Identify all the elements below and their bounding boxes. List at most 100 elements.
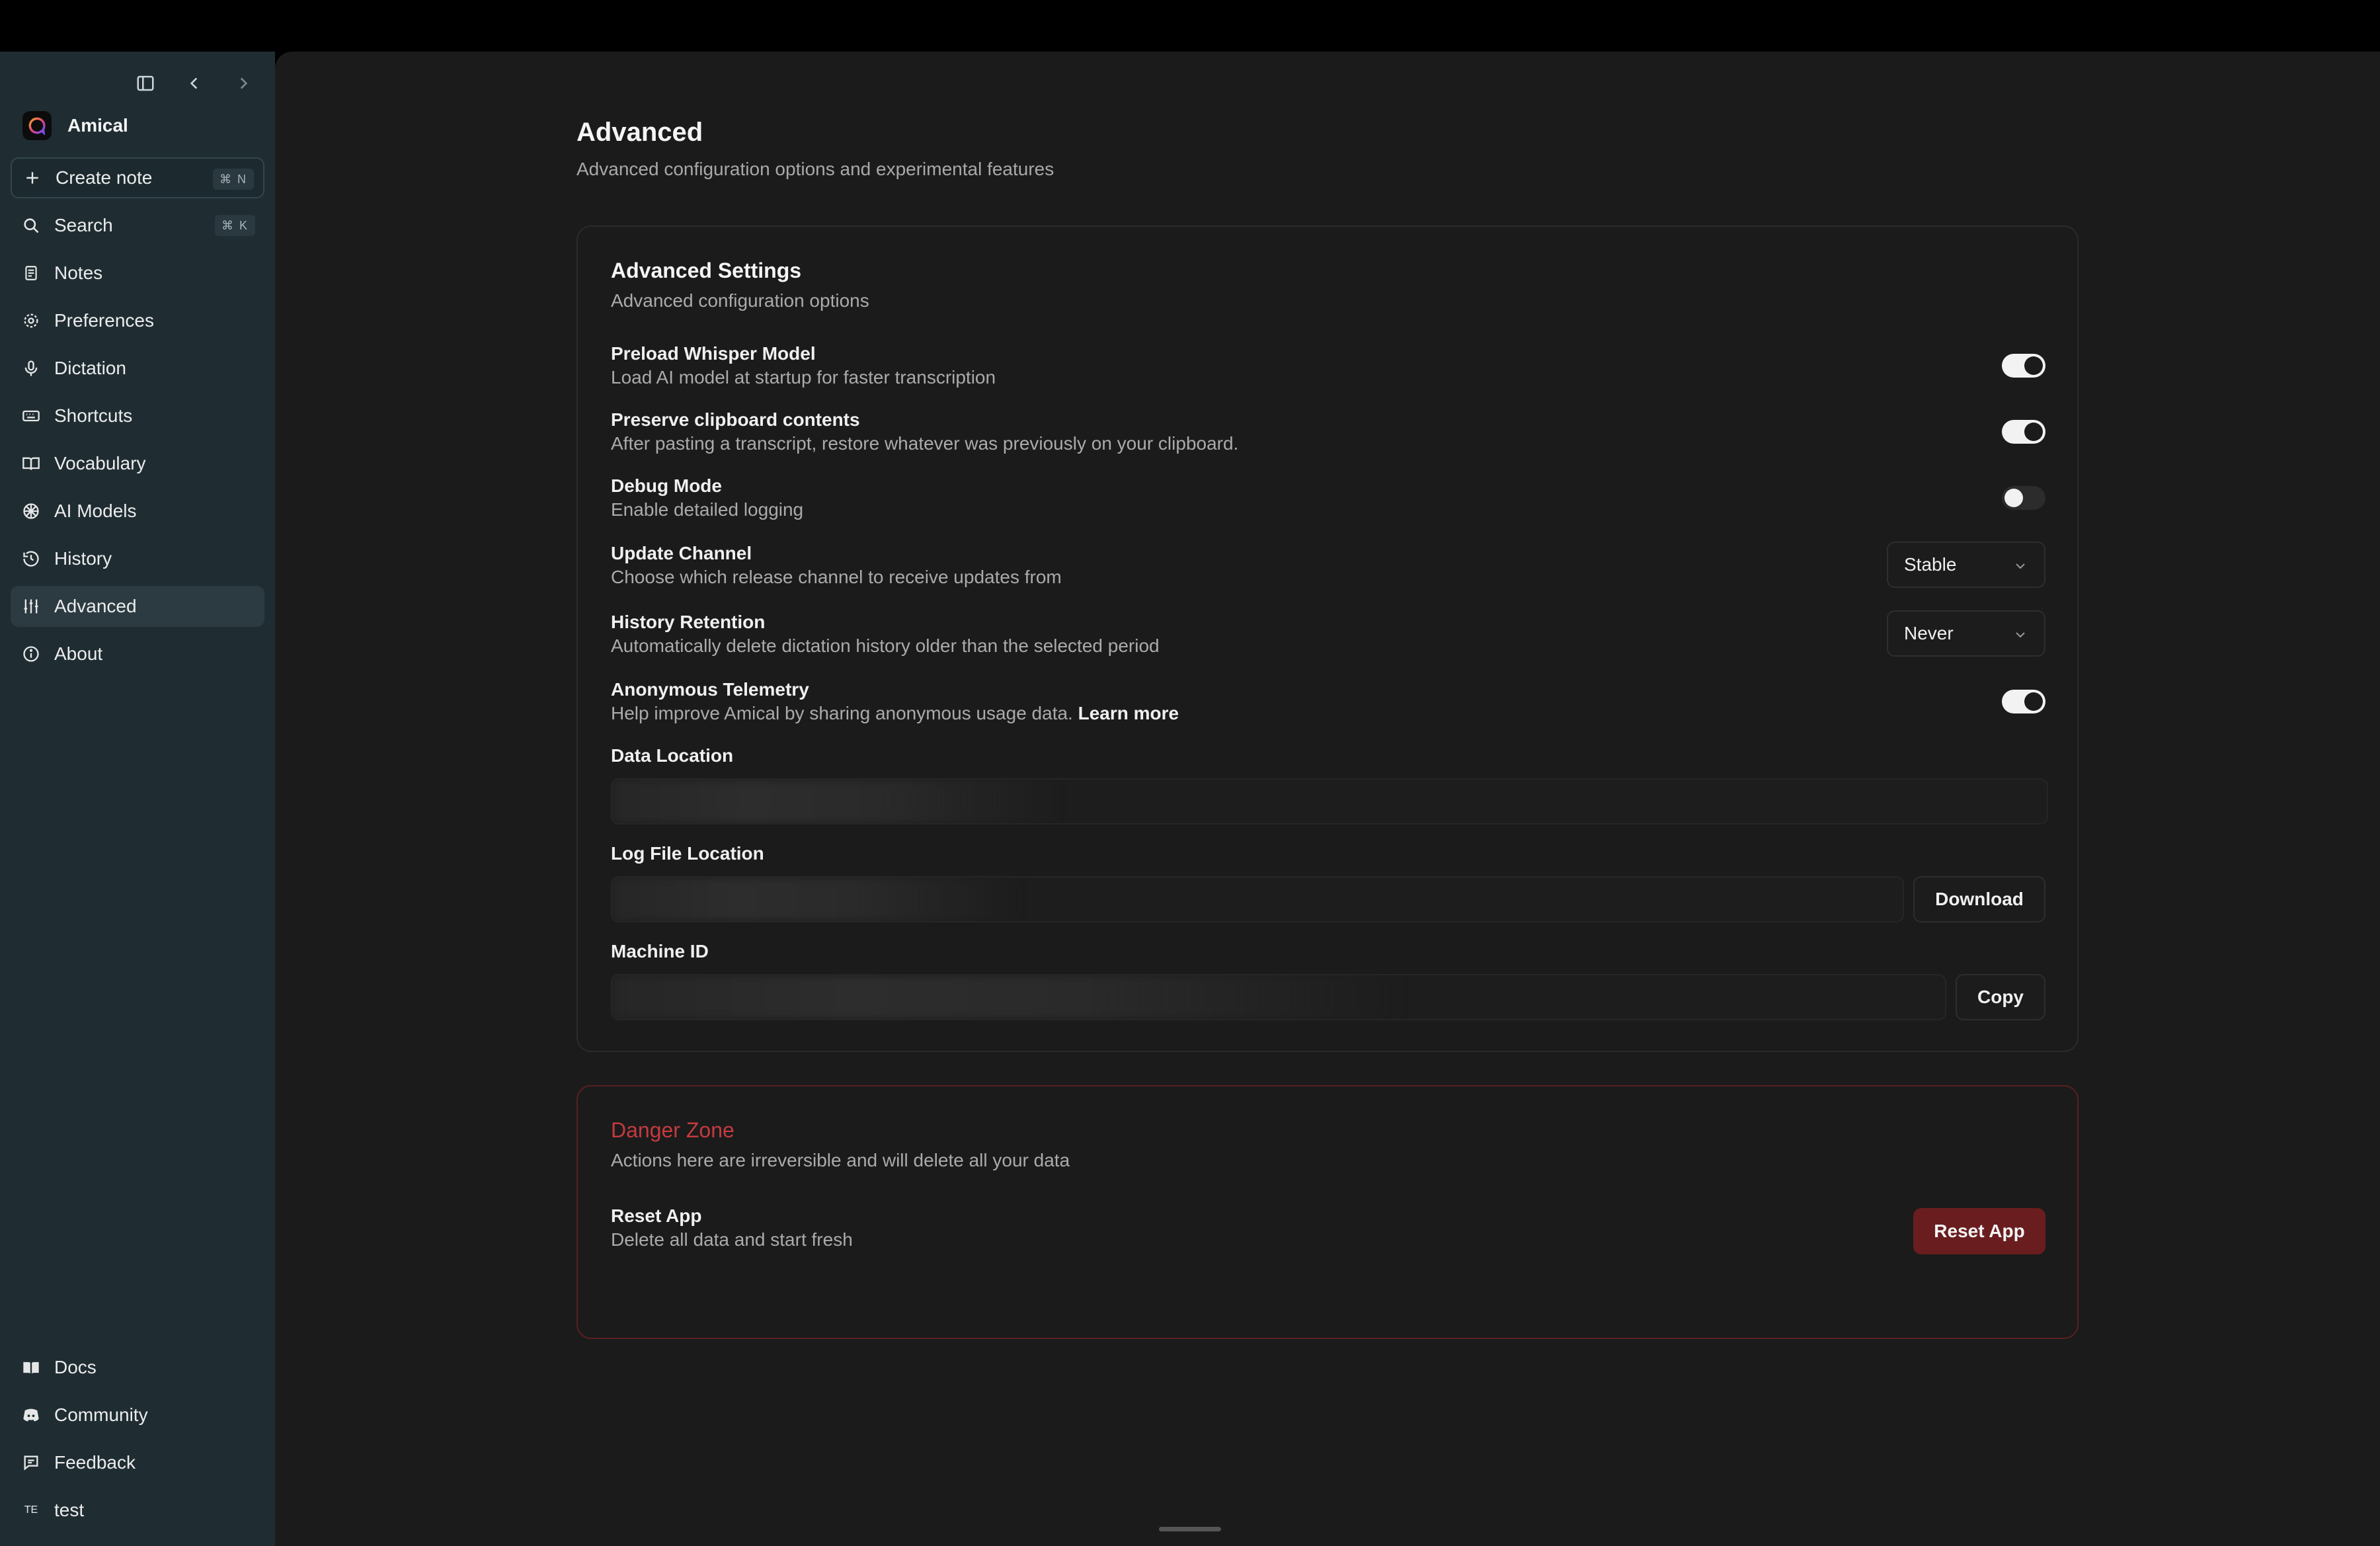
sidebar-item-feedback[interactable]: Feedback xyxy=(11,1442,264,1483)
setting-label: Data Location xyxy=(611,745,734,766)
sidebar-item-label: Notes xyxy=(54,263,103,283)
history-retention-select[interactable]: Never xyxy=(1887,610,2045,657)
setting-label: Preload Whisper Model xyxy=(611,343,816,364)
sidebar-item-ai-models[interactable]: AI Models xyxy=(11,491,264,532)
ai-model-icon xyxy=(21,501,41,521)
setting-label: Preserve clipboard contents xyxy=(611,409,860,430)
page-title: Advanced xyxy=(576,118,703,147)
preload-whisper-row: Preload Whisper Model Load AI model at s… xyxy=(611,342,2045,389)
danger-zone-title: Danger Zone xyxy=(611,1118,734,1142)
setting-label: Reset App xyxy=(611,1205,702,1226)
preload-whisper-toggle[interactable] xyxy=(2002,354,2045,378)
learn-more-link[interactable]: Learn more xyxy=(1078,703,1179,723)
preserve-clipboard-toggle[interactable] xyxy=(2002,420,2045,444)
sidebar-item-label: test xyxy=(54,1500,85,1520)
search-icon xyxy=(21,216,41,235)
amical-logo-icon xyxy=(22,111,52,140)
chevron-down-icon xyxy=(2012,626,2028,647)
setting-label: Machine ID xyxy=(611,941,709,961)
search-shortcut: ⌘ K xyxy=(214,215,255,236)
advanced-settings-card: Advanced Settings Advanced configuration… xyxy=(576,225,2079,1052)
setting-description: Delete all data and start fresh xyxy=(611,1229,853,1250)
update-channel-value: Stable xyxy=(1904,554,1957,575)
history-retention-row: History Retention Automatically delete d… xyxy=(611,610,2045,658)
sidebar-item-history[interactable]: History xyxy=(11,538,264,579)
sidebar-item-label: Feedback xyxy=(54,1452,136,1473)
update-channel-select[interactable]: Stable xyxy=(1887,542,2045,588)
setting-label: Log File Location xyxy=(611,843,764,864)
sidebar-item-label: Preferences xyxy=(54,310,154,331)
history-icon xyxy=(21,549,41,569)
sidebar-item-about[interactable]: About xyxy=(11,633,264,674)
setting-description: Help improve Amical by sharing anonymous… xyxy=(611,702,2045,725)
danger-zone-card: Danger Zone Actions here are irreversibl… xyxy=(576,1085,2079,1339)
sidebar-item-label: Vocabulary xyxy=(54,453,146,473)
search-label: Search xyxy=(54,215,113,235)
forward-arrow-icon[interactable] xyxy=(230,70,257,97)
sidebar-item-vocabulary[interactable]: Vocabulary xyxy=(11,443,264,484)
machine-id-field[interactable] xyxy=(611,974,1946,1020)
window-drag-handle[interactable] xyxy=(1159,1527,1221,1531)
sidebar-item-label: AI Models xyxy=(54,501,137,521)
avatar: TE xyxy=(24,1504,38,1516)
sidebar-item-dictation[interactable]: Dictation xyxy=(11,348,264,389)
anonymous-telemetry-toggle[interactable] xyxy=(2002,690,2045,713)
sidebar-footer: Docs Community Feedback TE test xyxy=(11,1347,264,1537)
window-controls xyxy=(132,70,257,97)
sidebar-item-label: Advanced xyxy=(54,596,137,616)
debug-mode-toggle[interactable] xyxy=(2002,486,2045,510)
data-location-field[interactable] xyxy=(611,778,2048,825)
copy-button[interactable]: Copy xyxy=(1956,974,2045,1020)
gear-icon xyxy=(21,311,41,331)
back-arrow-icon[interactable] xyxy=(181,70,208,97)
sidebar-item-shortcuts[interactable]: Shortcuts xyxy=(11,395,264,436)
sidebar-item-community[interactable]: Community xyxy=(11,1395,264,1436)
sidebar-item-label: About xyxy=(54,643,103,664)
sidebar-item-user[interactable]: TE test xyxy=(11,1490,264,1531)
create-note-label: Create note xyxy=(56,167,153,188)
setting-label: History Retention xyxy=(611,612,766,632)
book-icon xyxy=(21,454,41,473)
telemetry-description-text: Help improve Amical by sharing anonymous… xyxy=(611,703,1073,723)
debug-mode-row: Debug Mode Enable detailed logging xyxy=(611,474,2045,522)
setting-description: Load AI model at startup for faster tran… xyxy=(611,367,996,387)
title-bar xyxy=(0,0,2380,52)
reset-app-row: Reset App Delete all data and start fres… xyxy=(611,1204,2045,1252)
sidebar-nav: Create note ⌘ N Search ⌘ K Notes Prefere… xyxy=(11,157,264,681)
sidebar-item-label: Docs xyxy=(54,1357,97,1377)
create-note-shortcut: ⌘ N xyxy=(213,169,254,190)
feedback-icon xyxy=(21,1453,41,1473)
sidebar-item-advanced[interactable]: Advanced xyxy=(11,586,264,627)
danger-zone-subtitle: Actions here are irreversible and will d… xyxy=(611,1150,1070,1170)
log-file-location-field[interactable] xyxy=(611,876,1904,922)
setting-description: Choose which release channel to receive … xyxy=(611,567,1062,587)
sidebar-item-label: History xyxy=(54,548,112,569)
sidebar-toggle-icon[interactable] xyxy=(132,70,159,97)
main-content: Advanced Advanced configuration options … xyxy=(275,52,2380,1546)
setting-label: Anonymous Telemetry xyxy=(611,679,809,700)
log-file-location-row: Log File Location xyxy=(611,842,2045,866)
sidebar: Amical Create note ⌘ N Search ⌘ K Notes … xyxy=(0,52,275,1546)
sidebar-item-notes[interactable]: Notes xyxy=(11,253,264,294)
machine-id-row: Machine ID xyxy=(611,940,2045,963)
reset-app-button[interactable]: Reset App xyxy=(1913,1208,2045,1254)
create-note-button[interactable]: Create note ⌘ N xyxy=(11,157,264,198)
setting-description: After pasting a transcript, restore what… xyxy=(611,433,1239,454)
setting-label: Debug Mode xyxy=(611,475,722,496)
discord-icon xyxy=(21,1405,41,1425)
search-button[interactable]: Search ⌘ K xyxy=(11,205,264,246)
download-button[interactable]: Download xyxy=(1913,876,2045,922)
keyboard-icon xyxy=(21,406,41,426)
history-retention-value: Never xyxy=(1904,623,1954,643)
sidebar-item-preferences[interactable]: Preferences xyxy=(11,300,264,341)
sidebar-item-docs[interactable]: Docs xyxy=(11,1347,264,1388)
sidebar-item-label: Shortcuts xyxy=(54,405,133,426)
redacted-path xyxy=(612,877,1022,921)
sliders-icon xyxy=(21,596,41,616)
redacted-id xyxy=(612,975,1406,1019)
setting-description: Enable detailed logging xyxy=(611,499,804,520)
card-subtitle: Advanced configuration options xyxy=(611,290,869,311)
update-channel-row: Update Channel Choose which release chan… xyxy=(611,542,2045,589)
app-name: Amical xyxy=(67,115,128,136)
preserve-clipboard-row: Preserve clipboard contents After pastin… xyxy=(611,408,2045,456)
